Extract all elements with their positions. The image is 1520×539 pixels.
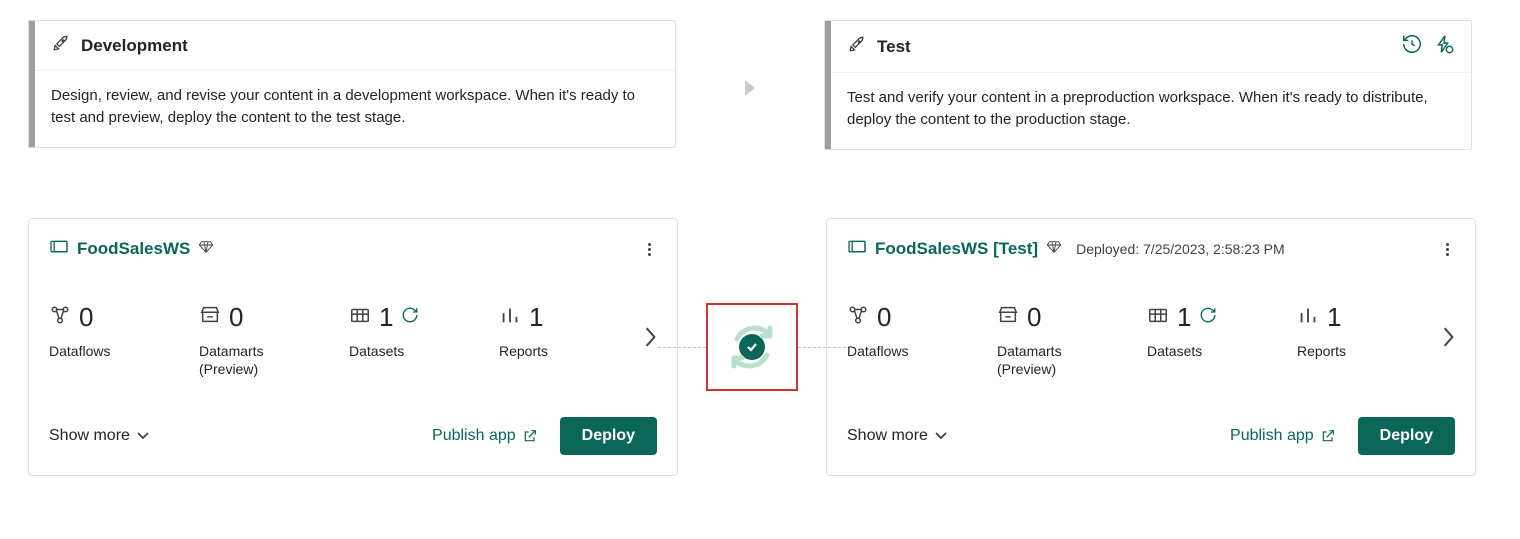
sync-status-highlight — [706, 303, 798, 391]
stage-card-test: Test Test and verify your content in a p… — [824, 20, 1472, 150]
rocket-icon — [847, 34, 867, 59]
stage-title: Test — [877, 37, 911, 57]
publish-app-button[interactable]: Publish app — [432, 427, 538, 445]
stat-datasets: 1 Datasets — [1147, 302, 1297, 359]
stage-header-top: Development — [29, 21, 675, 71]
stage-arrow — [676, 20, 824, 96]
sync-icon[interactable] — [722, 317, 782, 377]
workspaces-row: FoodSalesWS 0 Dataflows 0 Datamarts — [28, 218, 1492, 476]
datamarts-icon — [997, 304, 1019, 331]
stat-sublabel: (Preview) — [997, 361, 1147, 377]
stat-dataflows: 0 Dataflows — [847, 302, 997, 359]
workspace-icon — [49, 239, 69, 260]
more-options-button[interactable] — [642, 237, 657, 262]
stage-headers-row: Development Design, review, and revise y… — [28, 20, 1492, 150]
workspace-header: FoodSalesWS [Test] Deployed: 7/25/2023, … — [847, 237, 1455, 262]
workspace-header: FoodSalesWS — [49, 237, 657, 262]
chevron-right-icon — [745, 80, 755, 96]
stage-description: Test and verify your content in a prepro… — [825, 73, 1471, 149]
stat-reports: 1 Reports — [1297, 302, 1397, 359]
stat-datamarts: 0 Datamarts (Preview) — [199, 302, 349, 377]
datamarts-icon — [199, 304, 221, 331]
stat-value: 0 — [229, 302, 243, 333]
diamond-icon — [198, 239, 214, 260]
stats-row: 0 Dataflows 0 Datamarts (Preview) 1 Data… — [49, 302, 657, 377]
stat-reports: 1 Reports — [499, 302, 599, 359]
show-more-label: Show more — [847, 427, 928, 445]
stage-header-top: Test — [825, 21, 1471, 73]
stats-row: 0 Dataflows 0 Datamarts (Preview) 1 Data… — [847, 302, 1455, 377]
stats-next-button[interactable] — [643, 326, 657, 353]
refresh-icon[interactable] — [1199, 306, 1217, 329]
stat-label: Dataflows — [847, 343, 997, 359]
stat-label: Datasets — [1147, 343, 1297, 359]
datasets-icon — [349, 304, 371, 331]
workspace-name-link[interactable]: FoodSalesWS [Test] — [875, 239, 1038, 259]
stat-dataflows: 0 Dataflows — [49, 302, 199, 359]
deploy-button[interactable]: Deploy — [560, 417, 657, 455]
workspace-name-link[interactable]: FoodSalesWS — [77, 239, 190, 259]
refresh-icon[interactable] — [401, 306, 419, 329]
dataflows-icon — [847, 304, 869, 331]
stat-datamarts: 0 Datamarts (Preview) — [997, 302, 1147, 377]
publish-app-label: Publish app — [432, 427, 516, 445]
sync-arrows-icon — [722, 317, 782, 377]
stat-label: Datamarts — [997, 343, 1147, 359]
stat-label: Datasets — [349, 343, 499, 359]
stat-label: Dataflows — [49, 343, 199, 359]
rocket-icon — [51, 33, 71, 58]
sync-status-area — [678, 303, 826, 391]
stats-next-button[interactable] — [1441, 326, 1455, 353]
publish-app-button[interactable]: Publish app — [1230, 427, 1336, 445]
workspace-icon — [847, 239, 867, 260]
stat-value: 0 — [79, 302, 93, 333]
external-link-icon — [1320, 428, 1336, 444]
stat-label: Reports — [1297, 343, 1397, 359]
stat-value: 0 — [877, 302, 891, 333]
reports-icon — [499, 304, 521, 331]
stage-title: Development — [81, 36, 188, 56]
stat-label: Datamarts — [199, 343, 349, 359]
stat-value: 1 — [529, 302, 543, 333]
stage-description: Design, review, and revise your content … — [29, 71, 675, 147]
workspace-card-test: FoodSalesWS [Test] Deployed: 7/25/2023, … — [826, 218, 1476, 476]
reports-icon — [1297, 304, 1319, 331]
publish-app-label: Publish app — [1230, 427, 1314, 445]
stat-sublabel: (Preview) — [199, 361, 349, 377]
workspace-footer: Show more Publish app Deploy — [49, 417, 657, 455]
workspace-footer: Show more Publish app Deploy — [847, 417, 1455, 455]
diamond-icon — [1046, 239, 1062, 260]
history-icon[interactable] — [1401, 33, 1423, 60]
datasets-icon — [1147, 304, 1169, 331]
stage-header-actions — [1401, 33, 1455, 60]
external-link-icon — [522, 428, 538, 444]
settings-lightning-icon[interactable] — [1433, 33, 1455, 60]
stat-value: 0 — [1027, 302, 1041, 333]
deploy-button[interactable]: Deploy — [1358, 417, 1455, 455]
show-more-button[interactable]: Show more — [847, 427, 948, 445]
stat-label: Reports — [499, 343, 599, 359]
dataflows-icon — [49, 304, 71, 331]
show-more-button[interactable]: Show more — [49, 427, 150, 445]
chevron-down-icon — [934, 431, 948, 441]
show-more-label: Show more — [49, 427, 130, 445]
stat-value: 1 — [1327, 302, 1341, 333]
chevron-down-icon — [136, 431, 150, 441]
workspace-card-dev: FoodSalesWS 0 Dataflows 0 Datamarts — [28, 218, 678, 476]
stat-datasets: 1 Datasets — [349, 302, 499, 359]
stat-value: 1 — [1177, 302, 1191, 333]
stat-value: 1 — [379, 302, 393, 333]
stage-card-development: Development Design, review, and revise y… — [28, 20, 676, 148]
more-options-button[interactable] — [1440, 237, 1455, 262]
deployed-timestamp: Deployed: 7/25/2023, 2:58:23 PM — [1076, 241, 1285, 257]
